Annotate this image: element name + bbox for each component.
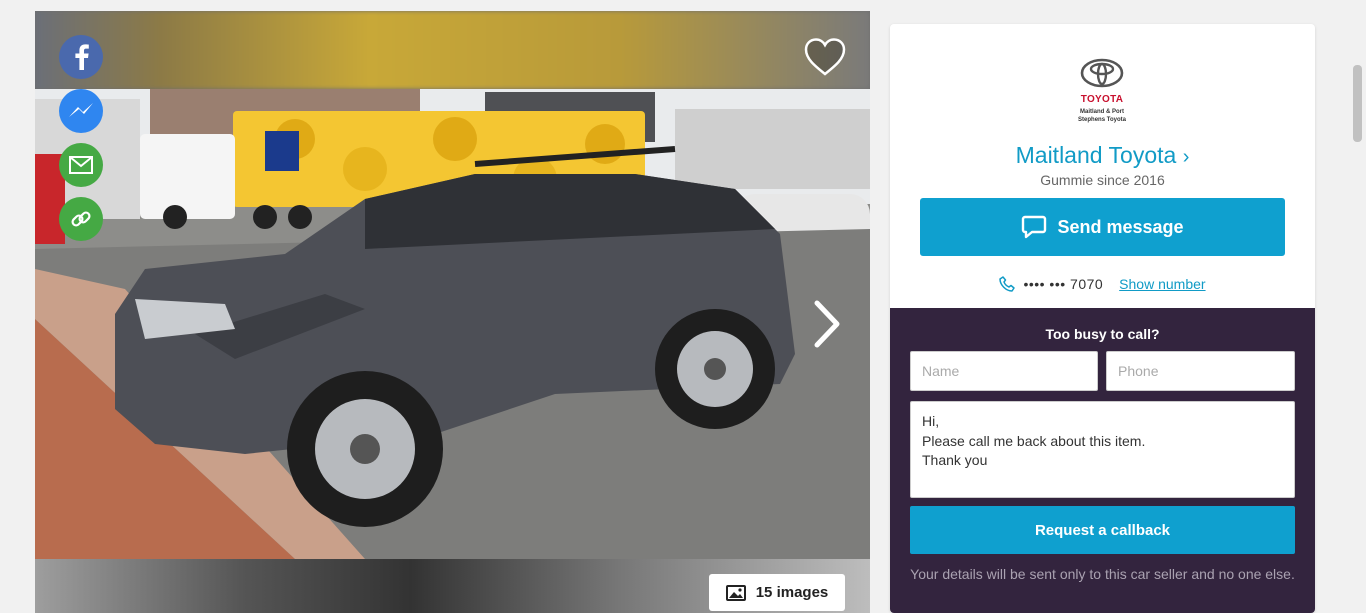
messenger-icon: [69, 103, 93, 117]
callback-message-textarea[interactable]: Hi, Please call me back about this item.…: [910, 401, 1295, 498]
link-icon: [71, 211, 91, 227]
seller-card: TOYOTA Maitland & Port Stephens Toyota M…: [890, 24, 1315, 613]
member-since: Gummie since 2016: [1040, 172, 1165, 188]
seller-name-link[interactable]: Maitland Toyota ›: [890, 142, 1315, 169]
facebook-icon: [75, 44, 89, 70]
phone-input[interactable]: [1106, 351, 1295, 391]
request-callback-button[interactable]: Request a callback: [910, 506, 1295, 554]
image-count-label: 15 images: [755, 584, 829, 601]
send-message-button[interactable]: Send message: [920, 198, 1285, 256]
privacy-note: Your details will be sent only to this c…: [910, 566, 1295, 582]
image-count-button[interactable]: 15 images: [709, 574, 845, 611]
phone-icon: [999, 276, 1016, 292]
name-input[interactable]: [910, 351, 1098, 391]
chevron-right-icon: ›: [1182, 146, 1190, 168]
scrollbar-thumb[interactable]: [1353, 65, 1362, 142]
dealer-logo[interactable]: TOYOTA Maitland & Port Stephens Toyota: [1071, 58, 1133, 124]
send-message-label: Send message: [1057, 216, 1184, 237]
next-image-chevron-right-icon[interactable]: [809, 297, 845, 351]
copy-link-button[interactable]: [59, 197, 103, 241]
logo-dealer-text: Maitland & Port Stephens Toyota: [1078, 109, 1126, 123]
image-icon: [725, 584, 746, 601]
blurred-photo-top: [35, 11, 870, 89]
share-facebook-button[interactable]: [59, 35, 103, 79]
image-gallery: 15 images: [35, 11, 870, 613]
favourite-heart-icon[interactable]: [803, 37, 847, 77]
chat-bubble-icon: [1022, 215, 1047, 239]
toyota-logo-icon: [1080, 58, 1124, 88]
show-number-link[interactable]: Show number: [1119, 276, 1205, 292]
mail-icon: [69, 156, 93, 174]
phone-row: •••• ••• 7070 Show number: [890, 276, 1315, 292]
callback-panel: Too busy to call? Hi, Please call me bac…: [890, 308, 1315, 613]
phone-number-masked: •••• ••• 7070: [1023, 276, 1104, 292]
share-messenger-button[interactable]: [59, 89, 103, 133]
callback-title: Too busy to call?: [1045, 326, 1160, 342]
page-scrollbar[interactable]: [1349, 0, 1366, 613]
logo-brand-text: TOYOTA: [1080, 94, 1124, 105]
share-email-button[interactable]: [59, 143, 103, 187]
seller-name: Maitland Toyota: [1015, 142, 1177, 168]
main-photo[interactable]: [35, 89, 870, 559]
